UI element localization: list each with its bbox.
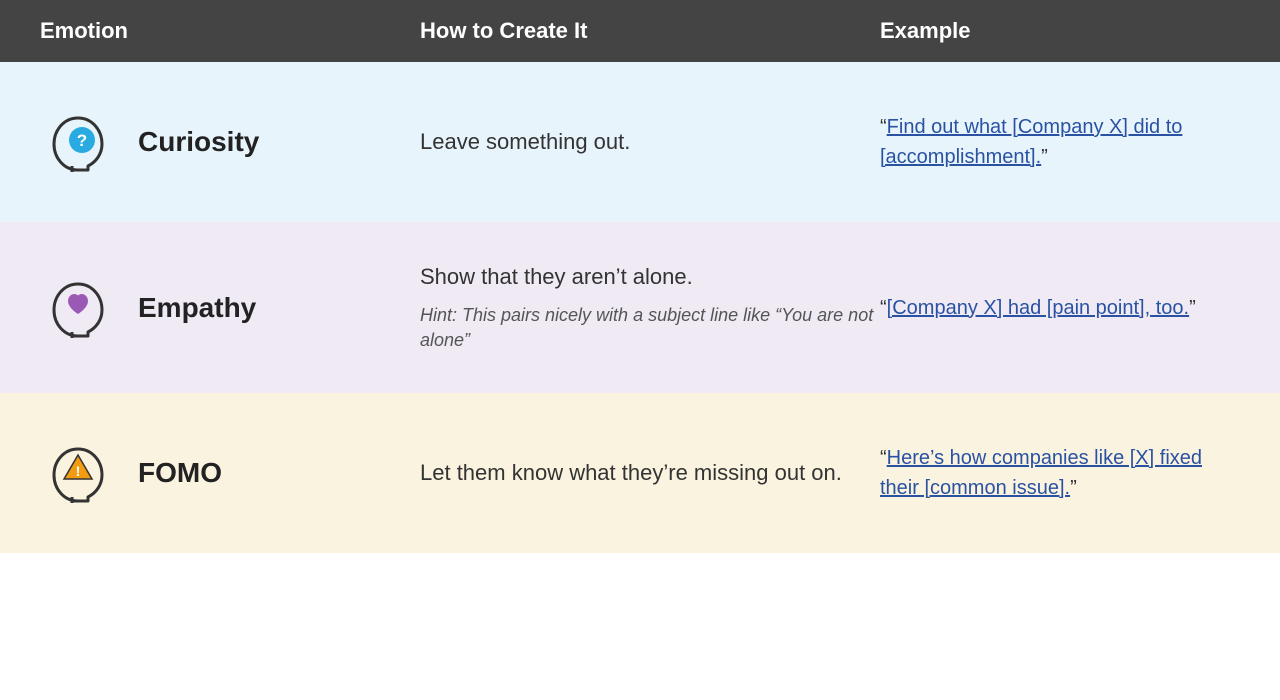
emotion-table: Emotion How to Create It Example ? Curio… [0, 0, 1280, 553]
svg-text:?: ? [77, 131, 87, 150]
example-link-empathy[interactable]: [Company X] had [pain point], too. [887, 297, 1189, 319]
emotion-cell-fomo: ! FOMO [40, 433, 420, 513]
emotion-cell-curiosity: ? Curiosity [40, 102, 420, 182]
example-curiosity: “Find out what [Company X] did to [accom… [880, 112, 1240, 172]
table-header: Emotion How to Create It Example [0, 0, 1280, 62]
howto-fomo: Let them know what they’re missing out o… [420, 458, 880, 489]
howto-curiosity: Leave something out. [420, 127, 880, 158]
header-emotion: Emotion [40, 18, 420, 44]
row-empathy: Empathy Show that they aren’t alone. Hin… [0, 222, 1280, 393]
emotion-label-fomo: FOMO [138, 457, 222, 489]
howto-empathy: Show that they aren’t alone. Hint: This … [420, 262, 880, 353]
example-fomo: “Here’s how companies like [X] fixed the… [880, 443, 1240, 503]
fomo-icon: ! [40, 433, 120, 513]
example-empathy: “[Company X] had [pain point], too.” [880, 293, 1240, 323]
empathy-icon [40, 268, 120, 348]
svg-text:!: ! [76, 463, 81, 479]
emotion-label-curiosity: Curiosity [138, 126, 259, 158]
header-howto: How to Create It [420, 18, 880, 44]
header-example: Example [880, 18, 1240, 44]
curiosity-icon: ? [40, 102, 120, 182]
emotion-label-empathy: Empathy [138, 292, 256, 324]
emotion-cell-empathy: Empathy [40, 268, 420, 348]
example-link-fomo[interactable]: Here’s how companies like [X] fixed thei… [880, 447, 1202, 499]
row-fomo: ! FOMO Let them know what they’re missin… [0, 393, 1280, 553]
row-curiosity: ? Curiosity Leave something out. “Find o… [0, 62, 1280, 222]
example-link-curiosity[interactable]: Find out what [Company X] did to [accomp… [880, 116, 1182, 168]
